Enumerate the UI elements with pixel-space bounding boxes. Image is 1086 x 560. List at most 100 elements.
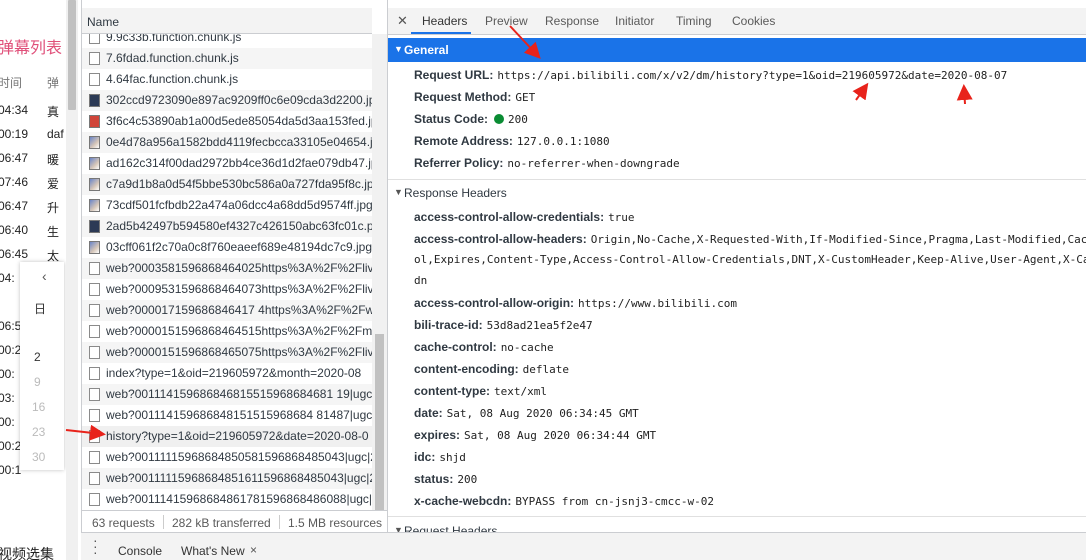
request-name: web?000017159686846417 4https%3A%2F%2Fww… — [106, 303, 372, 317]
tab-headers[interactable]: Headers — [422, 14, 467, 28]
header-key: date: — [414, 406, 443, 420]
chevron-left-icon[interactable]: ‹ — [42, 268, 47, 284]
header-value: 127.0.0.1:1080 — [516, 135, 610, 148]
calendar-day[interactable]: 16 — [32, 400, 45, 414]
calendar-day[interactable]: 23 — [32, 425, 45, 439]
request-row[interactable]: ad162c314f00dad2972bb4ce36d1d2fae079db47… — [82, 153, 372, 174]
header-key: content-type: — [414, 384, 490, 398]
request-row[interactable]: 73cdf501fcfbdb22a474a06dcc4a68dd5d9574ff… — [82, 195, 372, 216]
tab-console[interactable]: Console — [118, 544, 162, 558]
request-name: 4.64fac.function.chunk.js — [106, 72, 239, 86]
request-row[interactable]: web?00111415968684861781596868486088|ugc… — [82, 489, 372, 510]
danmaku-text: 暖 — [47, 153, 60, 167]
scrollbar-thumb[interactable] — [68, 0, 76, 110]
header-value: shjd — [439, 451, 466, 464]
request-row[interactable]: web?0000151596868464515https%3A%2F%2Fmar — [82, 321, 372, 342]
more-options-icon[interactable]: · · · — [93, 533, 98, 559]
image-icon — [89, 157, 100, 170]
expanded-triangle-icon: ▼ — [394, 187, 403, 197]
weekday-label: 日 — [34, 302, 47, 316]
danmaku-time: 07:46 — [0, 175, 29, 189]
request-row[interactable]: 302ccd9723090e897ac9209ff0c6e09cda3d2200… — [82, 90, 372, 111]
header-key: access-control-allow-origin: — [414, 296, 575, 310]
header-key: idc: — [414, 450, 436, 464]
request-row[interactable]: web?000017159686846417 4https%3A%2F%2Fww… — [82, 300, 372, 321]
header-value: BYPASS from cn-jsnj3-cmcc-w-02 — [515, 495, 715, 508]
calendar-day[interactable]: 2 — [34, 350, 41, 364]
image-icon — [89, 178, 100, 191]
status-ok-icon — [494, 114, 505, 124]
request-row[interactable]: 4.64fac.function.chunk.js — [82, 69, 372, 90]
request-headers-section-header[interactable]: ▼ Request Headers — [388, 519, 1086, 532]
calendar-day[interactable]: 9 — [34, 375, 41, 389]
tab-timing[interactable]: Timing — [676, 14, 712, 28]
header-value: https://api.bilibili.com/x/v2/dm/history… — [497, 69, 1008, 82]
request-row[interactable]: web?0009531596868464073https%3A%2F%2Fliv… — [82, 279, 372, 300]
danmaku-time: 06:40 — [0, 223, 29, 237]
request-row[interactable]: web?0000151596868465075https%3A%2F%2Fliv… — [82, 342, 372, 363]
request-details-panel: ✕ Headers Preview Response Initiator Tim… — [388, 0, 1086, 532]
tab-initiator[interactable]: Initiator — [615, 14, 654, 28]
tab-whats-new[interactable]: What's New — [181, 544, 245, 558]
request-row[interactable]: 0e4d78a956a1582bdd4119fecbcca33105e04654… — [82, 132, 372, 153]
header-value: GET — [515, 91, 536, 104]
file-icon — [89, 283, 100, 296]
request-list-scrollbar[interactable] — [372, 34, 387, 510]
general-referrer-policy: Referrer Policy: no-referrer-when-downgra… — [414, 156, 680, 170]
request-row[interactable]: history?type=1&oid=219605972&date=2020-0… — [82, 426, 372, 447]
scrollbar-thumb[interactable] — [375, 334, 384, 510]
response-header-row: content-encoding: deflate — [414, 362, 569, 376]
text-column-header: 弹 — [47, 76, 60, 90]
request-row[interactable]: web?0003581596868464025https%3A%2F%2Fliv… — [82, 258, 372, 279]
resources-size: 1.5 MB resources — [288, 516, 383, 530]
file-icon — [89, 451, 100, 464]
request-row[interactable]: 7.6fdad.function.chunk.js — [82, 48, 372, 69]
request-row[interactable]: 3f6c4c53890ab1a00d5ede85054da5d3aa153fed… — [82, 111, 372, 132]
request-name: 7.6fdad.function.chunk.js — [106, 51, 239, 65]
general-remote-address: Remote Address: 127.0.0.1:1080 — [414, 134, 610, 148]
expanded-triangle-icon: ▼ — [394, 44, 403, 54]
header-key: status: — [414, 472, 454, 486]
request-name: web?00111115968684850581596868485043|ugc… — [106, 450, 372, 464]
image-icon — [89, 241, 100, 254]
tab-cookies[interactable]: Cookies — [732, 14, 775, 28]
danmaku-time: 04: — [0, 271, 15, 285]
header-value-continuation: dn — [414, 274, 428, 287]
header-key: Status Code: — [414, 112, 489, 126]
request-row[interactable]: web?001114159686848151515968684 81487|ug… — [82, 405, 372, 426]
request-row[interactable]: web?00111115968684851611596868485043|ugc… — [82, 468, 372, 489]
danmaku-list-title: 弹幕列表 — [0, 40, 63, 57]
file-icon — [89, 430, 100, 443]
request-name: c7a9d1b8a0d54f5bbe530bc586a0a727fda95f8c… — [106, 177, 372, 191]
header-value-continuation: ol,Expires,Content-Type,Access-Control-A… — [414, 253, 1086, 266]
request-row[interactable]: web?001114159686846815515968684681 19|ug… — [82, 384, 372, 405]
request-count: 63 requests — [92, 516, 155, 530]
close-icon[interactable]: ✕ — [397, 13, 408, 29]
danmaku-text: 真 — [47, 105, 60, 119]
header-key: Request URL: — [414, 68, 494, 82]
request-row[interactable]: 2ad5b42497b594580ef4327c426150abc63fc01c… — [82, 216, 372, 237]
file-icon — [89, 493, 100, 506]
date-picker-popup[interactable]: ‹ 日 2 9 16 23 30 — [20, 262, 64, 470]
network-summary-bar: 63 requests 282 kB transferred 1.5 MB re… — [82, 510, 387, 532]
danmaku-text: 升 — [47, 201, 60, 215]
tab-response[interactable]: Response — [545, 14, 599, 28]
calendar-day[interactable]: 30 — [32, 450, 45, 464]
danmaku-time: 00:2 — [0, 343, 22, 357]
file-icon — [89, 34, 100, 44]
file-icon — [89, 388, 100, 401]
tab-preview[interactable]: Preview — [485, 14, 528, 28]
file-icon — [89, 325, 100, 338]
general-section-header[interactable]: ▼ General — [388, 38, 1086, 62]
request-row[interactable]: 03cff061f2c70a0c8f760eaeef689e48194dc7c9… — [82, 237, 372, 258]
image-icon — [89, 94, 100, 107]
request-row[interactable]: 9.9c33b.function.chunk.js — [82, 34, 372, 48]
page-scrollbar[interactable] — [66, 0, 78, 560]
request-row[interactable]: c7a9d1b8a0d54f5bbe530bc586a0a727fda95f8c… — [82, 174, 372, 195]
response-headers-section-header[interactable]: ▼ Response Headers — [388, 181, 1086, 205]
close-icon[interactable]: × — [250, 543, 257, 557]
time-column-header: 时间 — [0, 76, 23, 90]
name-column-header[interactable]: Name — [82, 8, 372, 34]
request-row[interactable]: index?type=1&oid=219605972&month=2020-08 — [82, 363, 372, 384]
request-row[interactable]: web?00111115968684850581596868485043|ugc… — [82, 447, 372, 468]
